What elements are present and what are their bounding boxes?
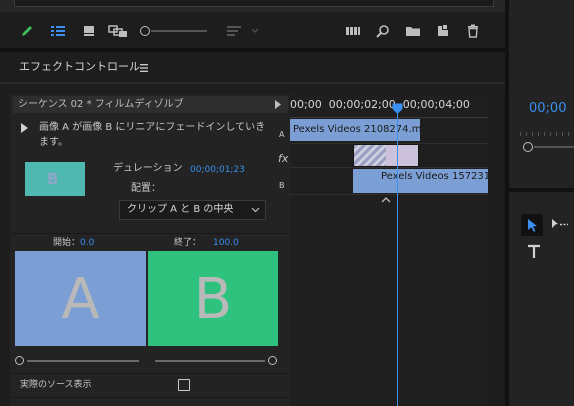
track-a-label: A — [279, 130, 285, 139]
track-fx-label: fx — [278, 152, 289, 165]
end-slider-track — [155, 360, 265, 362]
hamburger-menu-icon[interactable] — [139, 63, 149, 73]
start-label: 開始： — [53, 238, 81, 248]
transition-description: 画像 A が画像 B にリニアにフェードインしていきます。 — [39, 122, 266, 148]
section-divider — [13, 233, 288, 234]
panel-divider-horizontal — [0, 48, 505, 52]
show-actual-sources-label: 実際のソース表示 — [20, 380, 92, 390]
timeline-scrollbar[interactable] — [488, 94, 505, 406]
selection-tool-button[interactable] — [521, 214, 543, 236]
automate-to-sequence-icon[interactable] — [345, 25, 361, 37]
selection-tool-icon — [528, 219, 537, 232]
list-view-icon[interactable] — [50, 24, 66, 38]
program-ruler — [520, 132, 574, 136]
end-value[interactable]: 100.0 — [213, 237, 239, 249]
transition-thumbnail: B — [25, 162, 85, 196]
end-slider-handle[interactable] — [268, 356, 277, 365]
alignment-value: クリップ A と B の中央 — [127, 204, 234, 215]
new-item-icon[interactable] — [436, 23, 450, 38]
icon-view-icon[interactable] — [82, 24, 96, 38]
track-divider-3 — [290, 194, 488, 195]
duration-value[interactable]: 00;00;01;23 — [190, 164, 245, 176]
preview-b-letter: B — [193, 267, 233, 332]
start-value[interactable]: 0.0 — [80, 237, 94, 249]
playhead-icon[interactable] — [392, 103, 403, 115]
project-toolbar — [0, 12, 505, 48]
thumbnail-letter: B — [47, 170, 59, 188]
program-timecode[interactable]: 00;00 — [529, 101, 566, 116]
freeform-view-icon[interactable] — [108, 24, 128, 38]
end-slider[interactable] — [155, 356, 279, 366]
track-select-tool-icon[interactable] — [551, 218, 569, 231]
new-bin-icon[interactable] — [405, 24, 421, 38]
alignment-dropdown[interactable]: クリップ A と B の中央 — [119, 200, 266, 220]
clip-b[interactable]: Pexels Videos 157231 — [353, 169, 490, 193]
program-scrub-track — [534, 146, 574, 148]
track-b-label: B — [279, 181, 285, 190]
timeline-ticks — [290, 113, 488, 118]
clip-a-name: Pexels Videos 2108274.m — [293, 124, 422, 135]
program-monitor-panel — [509, 0, 574, 188]
pen-icon[interactable] — [20, 24, 34, 38]
chevron-down-icon — [251, 207, 260, 213]
transition-clip-right — [386, 145, 418, 166]
play-right-icon[interactable] — [274, 100, 282, 109]
zoom-slider[interactable] — [140, 25, 208, 37]
sort-icon[interactable] — [226, 24, 262, 38]
playhead-line — [397, 112, 398, 406]
section-divider-bottom — [13, 373, 288, 374]
alignment-label: 配置： — [131, 183, 161, 194]
start-slider-track — [27, 360, 139, 362]
zoom-slider-track — [151, 30, 207, 32]
sequence-header: シーケンス 02 * フィルムディゾルブ — [18, 99, 184, 110]
trim-cursor-icon — [381, 197, 391, 203]
end-label: 終了： — [174, 238, 202, 248]
duration-label: デュレーション — [113, 163, 183, 174]
find-icon[interactable] — [376, 24, 390, 38]
panel-title[interactable]: エフェクトコントロール — [19, 61, 140, 73]
play-transition-icon[interactable] — [20, 123, 29, 133]
show-actual-sources-checkbox[interactable] — [178, 379, 190, 391]
track-divider-2 — [290, 167, 488, 168]
timeline-area: 00;00 00;00;02;00 00;00;04;00 Pexels Vid… — [290, 94, 490, 406]
type-tool-icon[interactable] — [526, 244, 542, 260]
transition-clip[interactable] — [353, 144, 419, 167]
clip-a[interactable]: Pexels Videos 2108274.m — [290, 119, 422, 141]
panel-tab-underline — [0, 82, 505, 84]
zoom-slider-handle[interactable] — [140, 26, 150, 36]
preview-a: A — [15, 251, 146, 346]
trash-icon[interactable] — [466, 24, 480, 38]
timeline-ruler: 00;00 00;00;02;00 00;00;04;00 — [290, 98, 470, 111]
start-slider-handle[interactable] — [15, 356, 24, 365]
preview-b: B — [148, 251, 278, 346]
preview-a-letter: A — [61, 267, 100, 332]
top-strip-inner — [14, 0, 494, 7]
start-slider[interactable] — [15, 356, 140, 366]
program-scrub-handle[interactable] — [523, 142, 533, 152]
bottom-divider — [13, 397, 288, 398]
